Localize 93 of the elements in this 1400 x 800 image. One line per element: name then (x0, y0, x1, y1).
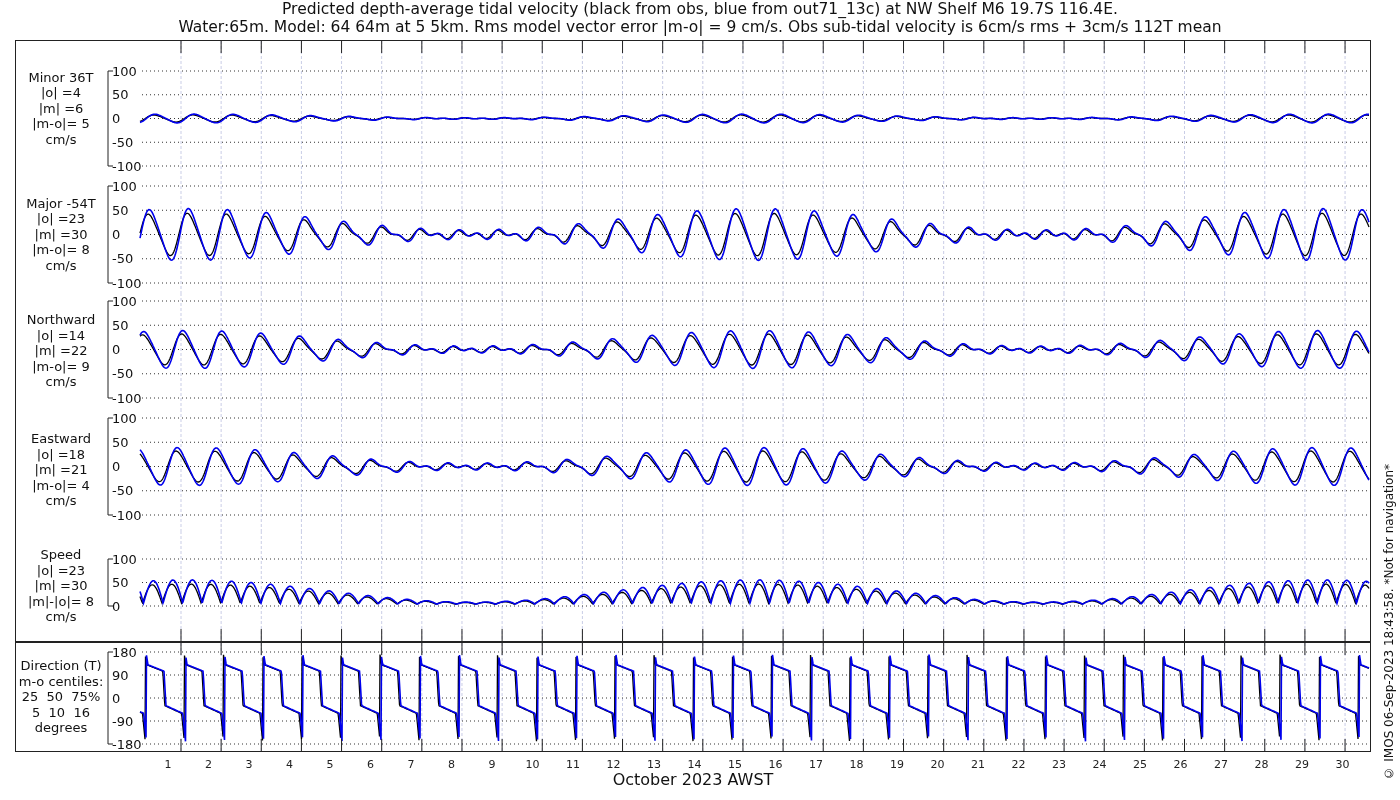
panel-label: |m| =30 (34, 226, 88, 243)
day-label: 7 (407, 758, 415, 771)
axis-tick-label: 0 (112, 598, 121, 614)
axis-tick-label: -50 (112, 251, 134, 267)
day-label: 11 (566, 758, 580, 771)
panel-label: Direction (T) (20, 658, 102, 674)
day-label: 5 (326, 758, 334, 771)
panel-label: Northward (26, 312, 96, 328)
axis-tick-label: -100 (112, 507, 142, 523)
day-label: 22 (1011, 758, 1026, 771)
axis-tick-label: -100 (112, 158, 142, 174)
day-label: 30 (1335, 758, 1350, 771)
panel-label: 5 10 16 (32, 704, 90, 721)
panel-label: Eastward (31, 431, 91, 447)
axis-tick-label: 0 (112, 342, 121, 357)
axis-tick-label: -50 (112, 134, 134, 150)
axis-tick-label: 90 (112, 667, 129, 683)
panel-label: degrees (34, 720, 88, 736)
day-label: 20 (930, 758, 945, 771)
axis-tick-label: 100 (112, 293, 137, 309)
panel-label: |m| =21 (34, 462, 88, 478)
day-label: 10 (525, 758, 540, 771)
axis-tick-label: 50 (112, 434, 129, 450)
axis-tick-label: -90 (112, 713, 134, 729)
axis-tick-label: 0 (112, 459, 121, 474)
day-label: 6 (367, 758, 374, 771)
axis-title: October 2023 AWST (611, 770, 775, 789)
day-label: 23 (1052, 758, 1066, 771)
day-label: 27 (1214, 758, 1228, 771)
day-label: 24 (1092, 758, 1107, 771)
panel-label: cm/s (45, 257, 77, 274)
panel-label: |o| =18 (36, 446, 86, 463)
day-label: 9 (488, 758, 496, 771)
axis-tick-label: 100 (112, 178, 137, 194)
panel-label: |o| =23 (36, 562, 86, 579)
chart-title: Predicted depth-average tidal velocity (black from obs, blue from out71_13c) at NW Shelf M6 19.7S 116.4E. (282, 0, 1118, 18)
panel-label: |m-o|= 9 (32, 358, 90, 375)
day-label: 1 (164, 758, 172, 771)
axis-tick-label: 50 (112, 317, 129, 333)
day-label: 29 (1295, 758, 1309, 771)
day-label: 8 (448, 758, 455, 771)
day-label: 26 (1173, 758, 1188, 771)
axis-tick-label: -50 (112, 366, 134, 382)
panel-label: |m-o|= 4 (32, 477, 90, 494)
axis-tick-label: -100 (112, 275, 142, 291)
panel-label: |o| =4 (41, 85, 81, 101)
day-label: 3 (245, 758, 253, 771)
panel-label: |m| =22 (34, 343, 88, 359)
panel-label: |m| =6 (38, 100, 84, 117)
day-label: 14 (687, 758, 702, 771)
panel-label: |m|-|o|= 8 (27, 593, 95, 610)
panel-label: cm/s (45, 131, 77, 148)
axis-tick-label: -50 (112, 483, 134, 499)
panel-label: |m-o|= 8 (32, 242, 90, 258)
panel-label: 25 50 75% (21, 689, 101, 705)
axis-tick-label: 50 (112, 575, 129, 590)
axis-tick-label: -180 (112, 736, 142, 751)
panel-label: Speed (40, 547, 82, 563)
day-label: 16 (768, 758, 783, 771)
panel-label: Major -54T (26, 195, 96, 212)
day-label: 25 (1133, 758, 1147, 771)
day-label: 4 (286, 758, 293, 771)
day-label: 2 (205, 758, 212, 771)
day-label: 13 (647, 758, 661, 771)
credit-note: © IMOS 06-Sep-2023 18:43:58. *Not for navigation* (1382, 464, 1396, 780)
axis-tick-label: 100 (112, 410, 137, 426)
axis-tick-label: -100 (112, 390, 142, 406)
panel-label: |o| =23 (36, 211, 86, 227)
panel-label: cm/s (45, 374, 77, 390)
axis-tick-label: 100 (112, 551, 137, 567)
axis-tick-label: 180 (112, 644, 137, 660)
day-label: 12 (606, 758, 621, 771)
day-label: 19 (890, 758, 904, 771)
panel-label: cm/s (45, 493, 77, 509)
day-label: 28 (1254, 758, 1269, 771)
panel-label: m-o centiles: (18, 673, 104, 690)
panel-label: cm/s (45, 609, 77, 625)
axis-tick-label: 100 (112, 63, 137, 79)
day-label: 15 (728, 758, 742, 771)
axis-tick-label: 0 (112, 227, 121, 242)
axis-tick-label: 50 (112, 87, 129, 103)
day-label: 18 (849, 758, 864, 771)
panel-label: |m-o|= 5 (32, 116, 90, 132)
axis-tick-label: 50 (112, 202, 129, 218)
axis-tick-label: 0 (112, 111, 121, 126)
chart-subtitle: Water:65m. Model: 64 64m at 5 5km. Rms model vector error |m-o| = 9 cm/s. Obs sub-tidal velocity is 6cm/s rms + 3cm/s 112T mean (178, 18, 1222, 36)
panel-label: |m| =30 (34, 578, 88, 594)
panel-label: Minor 36T (28, 69, 94, 86)
axis-tick-label: 0 (112, 690, 121, 706)
y-axis (107, 558, 114, 607)
day-label: 17 (809, 758, 823, 771)
day-label: 21 (971, 758, 985, 771)
panel-label: |o| =14 (36, 327, 86, 344)
